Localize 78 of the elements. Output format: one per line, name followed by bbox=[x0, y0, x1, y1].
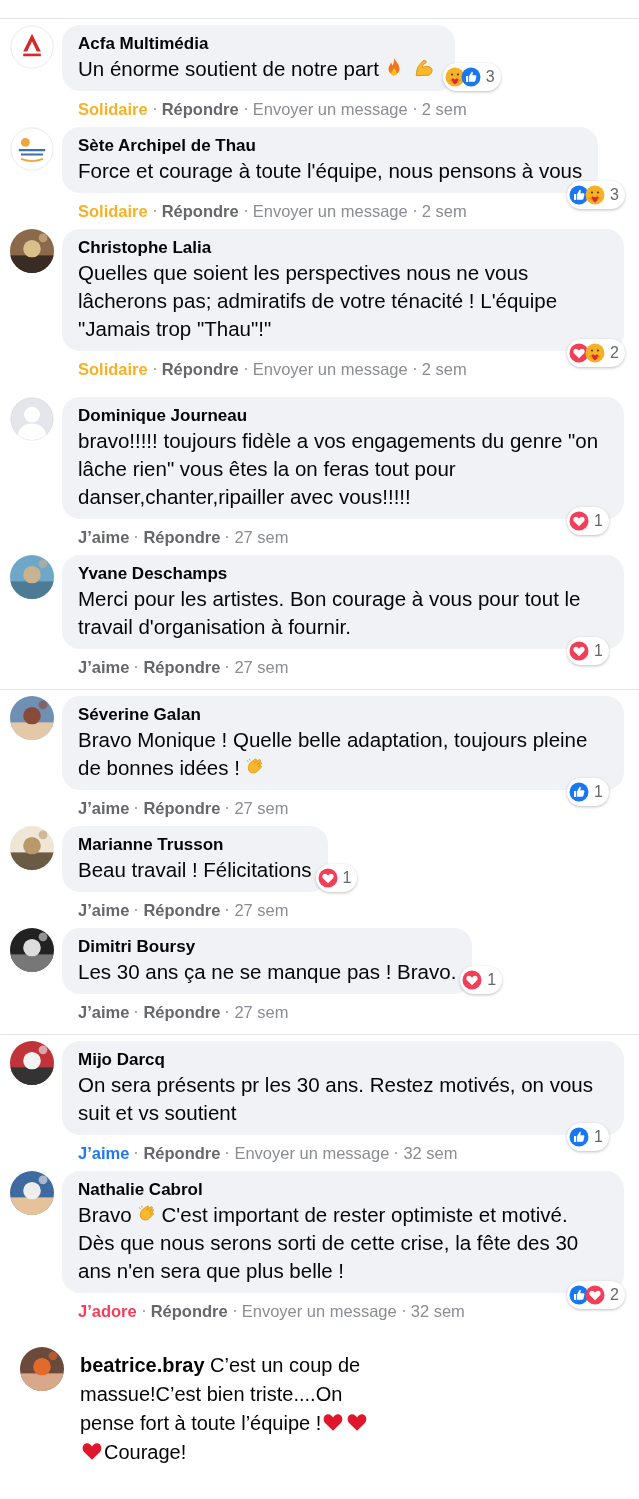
reaction-count: 2 bbox=[610, 1285, 619, 1305]
reaction-badge[interactable]: 1 bbox=[567, 1123, 609, 1151]
like-link[interactable]: J’aime bbox=[78, 657, 130, 677]
message-link[interactable]: Envoyer un message bbox=[252, 201, 408, 221]
commenter-name[interactable]: Sète Archipel de Thau bbox=[78, 135, 583, 157]
comment-text: Bravo C'est important de rester optimiste et motivé. Dès que nous serons sorti de cette crise, la fête des 30 ans n'en sera que plus belle ! bbox=[78, 1202, 580, 1284]
reaction-badge[interactable]: 1 bbox=[567, 507, 609, 535]
reaction-badge[interactable]: 2 bbox=[567, 339, 625, 367]
timestamp: 27 sem bbox=[234, 657, 289, 677]
commenter-name[interactable]: Séverine Galan bbox=[78, 704, 608, 726]
commenter-name[interactable]: Nathalie Cabrol bbox=[78, 1179, 608, 1201]
comment-text: beatrice.bray C’est un coup de massue!C’est bien triste....On pense fort à toute l’équipe ! Courage! bbox=[80, 1347, 385, 1467]
commenter-name[interactable]: Dimitri Boursy bbox=[78, 936, 457, 958]
reaction-badge[interactable]: 3 bbox=[567, 181, 625, 209]
like-link[interactable]: J’aime bbox=[78, 1002, 130, 1022]
comment-text: bravo!!!!! toujours fidèle a vos engagements du genre "on lâche rien" vous êtes la on feras tout pour danser,chanter,ripailler avec vous!!!!! bbox=[78, 428, 600, 510]
reaction-badge[interactable]: 2 bbox=[567, 1281, 625, 1309]
message-link[interactable]: Envoyer un message bbox=[241, 1301, 397, 1321]
message-link[interactable]: Envoyer un message bbox=[252, 99, 408, 119]
timestamp: 2 sem bbox=[421, 359, 467, 379]
reply-link[interactable]: Répondre bbox=[143, 1002, 221, 1022]
comment-text: Quelles que soient les perspectives nous ne vous lâcherons pas; admiratifs de votre ténacité ! L'équipe "Jamais trop "Thau"!" bbox=[78, 260, 559, 342]
commenter-name[interactable]: Yvane Deschamps bbox=[78, 563, 608, 585]
reply-link[interactable]: Répondre bbox=[143, 527, 221, 547]
reply-link[interactable]: Répondre bbox=[143, 657, 221, 677]
commenter-name[interactable]: Marianne Trusson bbox=[78, 834, 312, 856]
comment-text: Beau travail ! Félicitations bbox=[78, 857, 312, 883]
like-link[interactable]: J’aime bbox=[78, 900, 130, 920]
reaction-link[interactable]: J’adore bbox=[78, 1301, 137, 1321]
reaction-count: 3 bbox=[610, 185, 619, 205]
commenter-name[interactable]: Dominique Journeau bbox=[78, 405, 608, 427]
reaction-badge[interactable]: 1 bbox=[460, 966, 503, 994]
heart-icon bbox=[322, 1411, 345, 1433]
message-link[interactable]: Envoyer un message bbox=[234, 1143, 390, 1163]
reaction-badge[interactable]: 1 bbox=[315, 864, 358, 892]
logo-icon[interactable] bbox=[10, 25, 54, 69]
reaction-count: 1 bbox=[594, 641, 603, 661]
timestamp: 27 sem bbox=[234, 1002, 289, 1022]
reaction-count: 3 bbox=[485, 67, 495, 87]
like-link[interactable]: J’aime bbox=[78, 527, 130, 547]
reaction-badge[interactable]: 3 bbox=[442, 63, 501, 91]
timestamp: 32 sem bbox=[403, 1143, 458, 1163]
like-link[interactable]: J’aime bbox=[78, 798, 130, 818]
reply-link[interactable]: Répondre bbox=[161, 99, 239, 119]
reply-link[interactable]: Répondre bbox=[161, 201, 239, 221]
commenter-name[interactable]: Acfa Multimédia bbox=[78, 33, 439, 55]
reaction-badge[interactable]: 1 bbox=[567, 637, 609, 665]
reply-link[interactable]: Répondre bbox=[150, 1301, 228, 1321]
commenter-name[interactable]: Mijo Darcq bbox=[78, 1049, 608, 1071]
reaction-count: 1 bbox=[342, 868, 352, 888]
comment-text: Force et courage à toute l'équipe, nous pensons à vous bbox=[78, 158, 583, 184]
reaction-count: 1 bbox=[594, 782, 603, 802]
comment-text: Les 30 ans ça ne se manque pas ! Bravo. bbox=[78, 959, 457, 985]
reaction-count: 2 bbox=[610, 343, 619, 363]
timestamp: 2 sem bbox=[421, 99, 467, 119]
timestamp: 32 sem bbox=[410, 1301, 465, 1321]
timestamp: 27 sem bbox=[234, 798, 289, 818]
comment-text: On sera présents pr les 30 ans. Restez motivés, on vous suit et vs soutient bbox=[78, 1072, 595, 1126]
reaction-count: 1 bbox=[594, 1127, 603, 1147]
comment-text: Bravo Monique ! Quelle belle adaptation, toujours pleine de bonnes idées ! bbox=[78, 727, 589, 781]
timestamp: 27 sem bbox=[234, 900, 289, 920]
heart-icon bbox=[81, 1440, 103, 1462]
reply-link[interactable]: Répondre bbox=[143, 1143, 221, 1163]
message-link[interactable]: Envoyer un message bbox=[252, 359, 408, 379]
reaction-count: 1 bbox=[594, 511, 603, 531]
reply-link[interactable]: Répondre bbox=[143, 798, 221, 818]
reply-link[interactable]: Répondre bbox=[161, 359, 239, 379]
logo-icon[interactable] bbox=[10, 127, 54, 171]
reply-link[interactable]: Répondre bbox=[143, 900, 221, 920]
comment-text: Merci pour les artistes. Bon courage à vous pour tout le travail d'organisation à fournir. bbox=[78, 586, 582, 640]
reaction-badge[interactable]: 1 bbox=[567, 778, 609, 806]
reaction-link[interactable]: J’aime bbox=[78, 1143, 130, 1163]
reaction-count: 1 bbox=[487, 970, 497, 990]
timestamp: 27 sem bbox=[234, 527, 289, 547]
timestamp: 2 sem bbox=[421, 201, 467, 221]
heart-icon bbox=[346, 1411, 369, 1433]
commenter-name[interactable]: Christophe Lalia bbox=[78, 237, 608, 259]
comment-text: Un énorme soutient de notre part bbox=[78, 55, 439, 83]
